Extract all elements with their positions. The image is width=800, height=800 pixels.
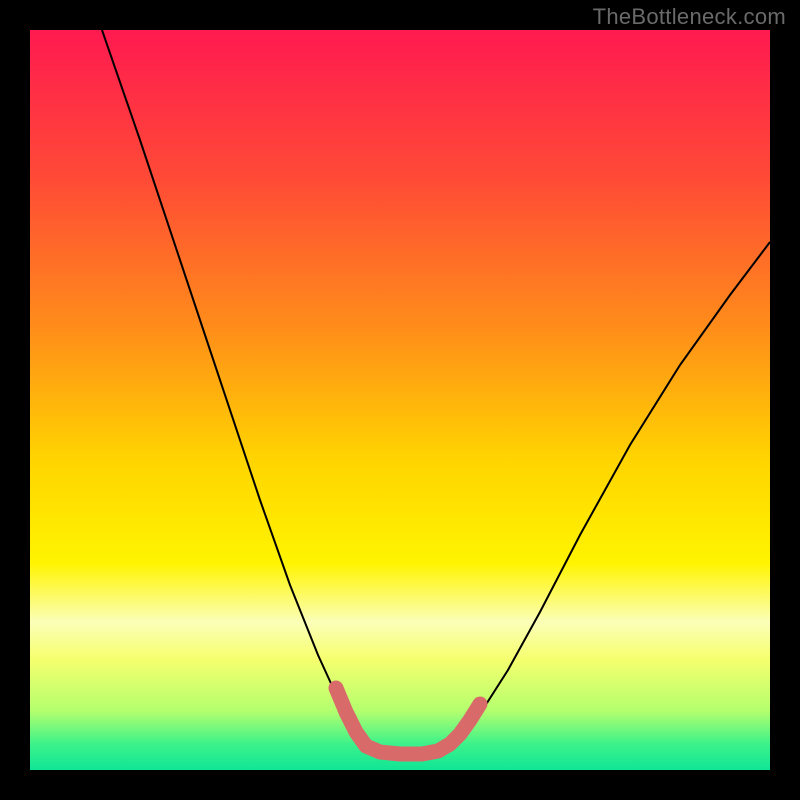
watermark-text: TheBottleneck.com bbox=[593, 4, 786, 30]
bottleneck-chart bbox=[30, 30, 770, 770]
chart-frame: TheBottleneck.com bbox=[0, 0, 800, 800]
